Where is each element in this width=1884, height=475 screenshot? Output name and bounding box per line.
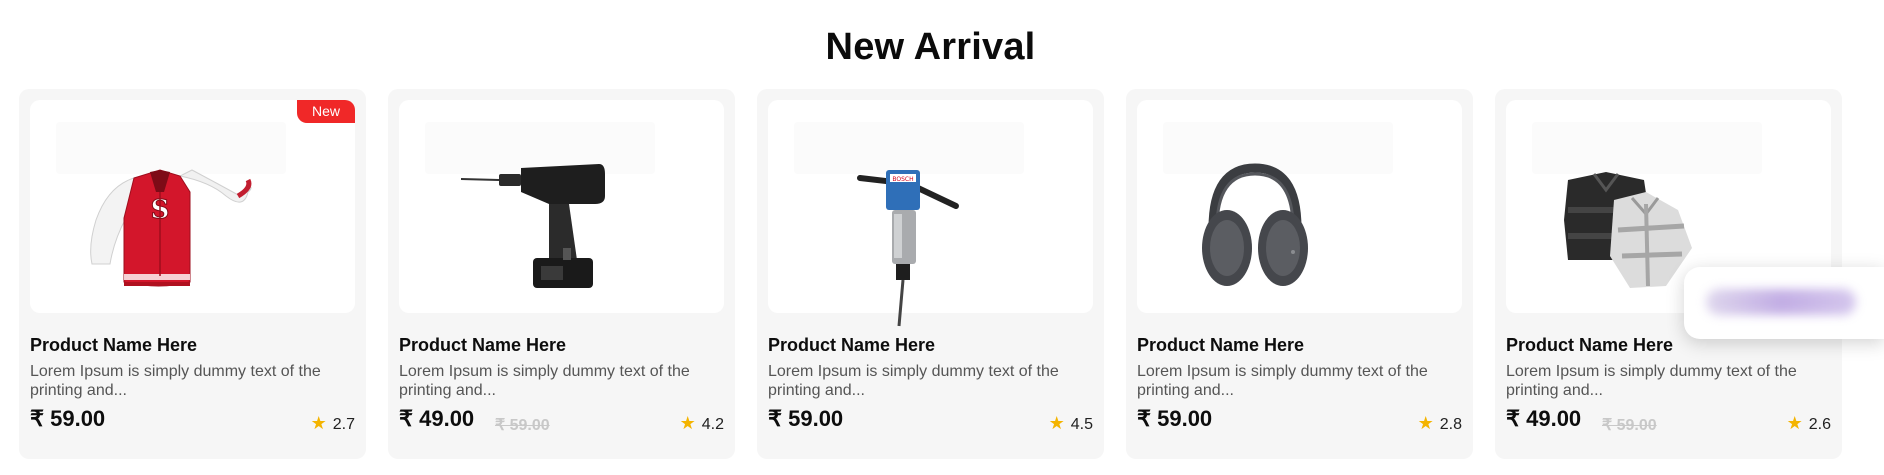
product-description: Lorem Ipsum is simply dummy text of the … (1137, 363, 1428, 399)
product-name[interactable]: Product Name Here (768, 335, 935, 356)
product-card[interactable]: Product Name Here Lorem Ipsum is simply … (388, 89, 735, 459)
original-price: ₹ 59.00 (495, 417, 550, 434)
product-card[interactable]: BOSCH Product Name Here Lorem Ipsum is s… (757, 89, 1104, 459)
price-row: ₹ 59.00 ★ 2.8 (1137, 406, 1462, 434)
headphones-image (1202, 163, 1308, 286)
product-description: Lorem Ipsum is simply dummy text of the … (30, 363, 321, 399)
product-price: ₹ 59.00 (768, 406, 844, 431)
product-rating: ★ 2.7 (310, 413, 355, 433)
product-rating: ★ 2.8 (1417, 413, 1462, 433)
product-name[interactable]: Product Name Here (1506, 335, 1673, 356)
blurred-content (1706, 289, 1856, 315)
product-description: Lorem Ipsum is simply dummy text of the … (399, 363, 690, 399)
product-image[interactable]: S (30, 100, 355, 313)
product-rating: ★ 4.5 (1048, 413, 1093, 433)
product-name[interactable]: Product Name Here (30, 335, 197, 356)
new-badge: New (297, 100, 355, 123)
floating-notification[interactable] (1684, 267, 1884, 339)
product-description: Lorem Ipsum is simply dummy text of the … (1506, 363, 1797, 399)
red-varsity-jacket-image: S (90, 169, 252, 287)
product-rating: ★ 4.2 (679, 413, 724, 433)
product-image[interactable] (399, 100, 724, 313)
product-image[interactable] (1137, 100, 1462, 313)
product-card[interactable]: Product Name Here Lorem Ipsum is simply … (1126, 89, 1473, 459)
star-icon: ★ (310, 413, 327, 433)
star-icon: ★ (1048, 413, 1065, 433)
price-row: ₹ 49.00 ₹ 59.00 ★ 2.6 (1506, 406, 1831, 434)
product-card[interactable]: S New Product Name Here Lorem Ipsum is s… (19, 89, 366, 459)
product-price: ₹ 59.00 (1137, 406, 1213, 431)
product-image[interactable]: BOSCH (768, 100, 1093, 327)
product-price: ₹ 49.00 (1506, 406, 1582, 431)
svg-text:BOSCH: BOSCH (892, 176, 913, 183)
product-description: Lorem Ipsum is simply dummy text of the … (768, 363, 1059, 399)
price-row: ₹ 59.00 ★ 2.7 (30, 406, 355, 434)
product-price: ₹ 59.00 (30, 406, 106, 431)
cordless-drill-image (460, 164, 605, 288)
price-row: ₹ 49.00 ₹ 59.00 ★ 4.2 (399, 406, 724, 434)
demolition-hammer-image: BOSCH (857, 170, 959, 327)
original-price: ₹ 59.00 (1602, 417, 1657, 434)
star-icon: ★ (1786, 413, 1803, 433)
price-row: ₹ 59.00 ★ 4.5 (768, 406, 1093, 434)
product-name[interactable]: Product Name Here (1137, 335, 1304, 356)
star-icon: ★ (679, 413, 696, 433)
product-rating: ★ 2.6 (1786, 413, 1831, 433)
product-price: ₹ 49.00 (399, 406, 475, 431)
star-icon: ★ (1417, 413, 1434, 433)
section-title: New Arrival (825, 26, 1036, 68)
product-name[interactable]: Product Name Here (399, 335, 566, 356)
